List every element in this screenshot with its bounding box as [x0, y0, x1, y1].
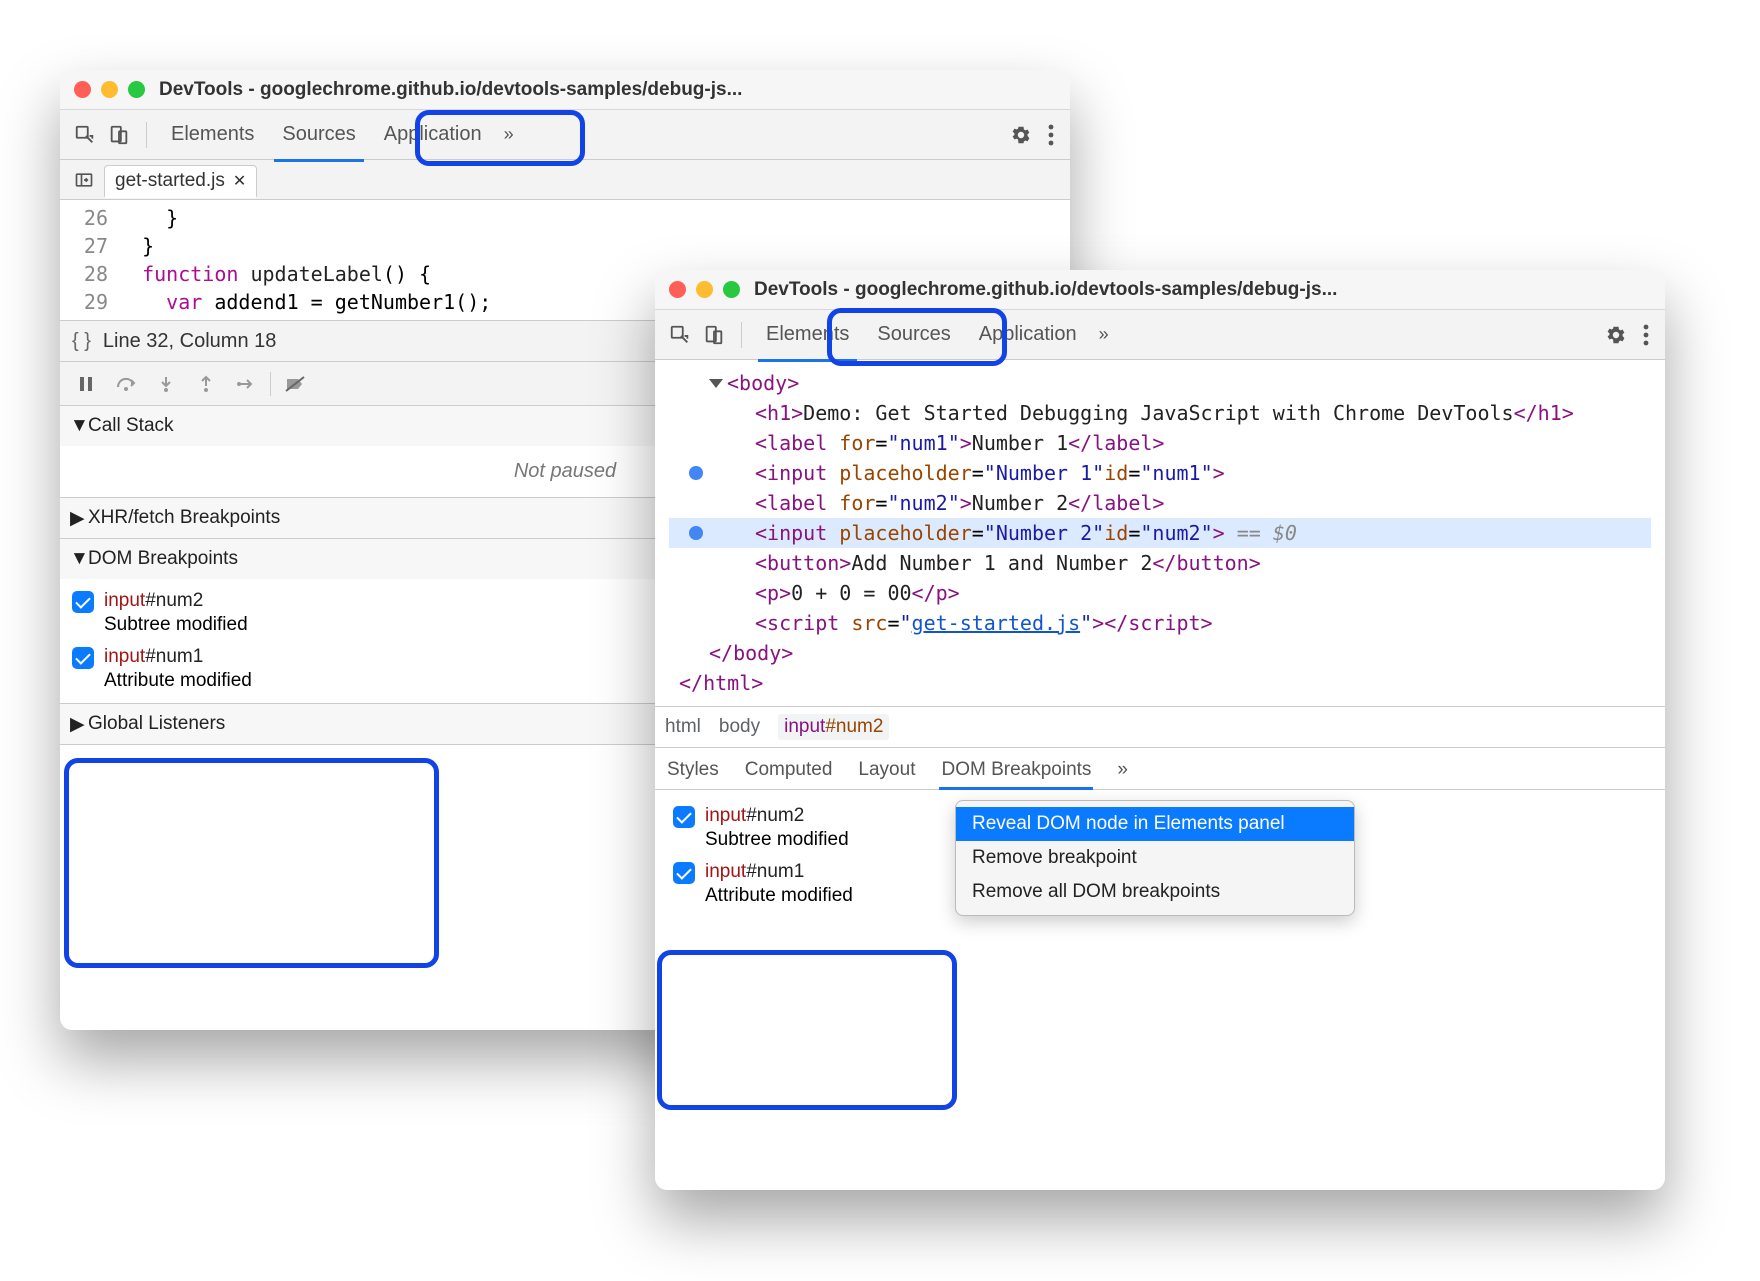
line-number: 26 — [60, 204, 118, 232]
tab-sources[interactable]: Sources — [863, 317, 964, 352]
elements-subtabs: Styles Computed Layout DOM Breakpoints » — [655, 748, 1665, 790]
checkbox-icon[interactable] — [673, 806, 695, 828]
more-tabs-icon[interactable]: » — [1091, 324, 1117, 345]
tab-application[interactable]: Application — [965, 317, 1091, 352]
dom-node-p[interactable]: <p>0 + 0 = 00</p> — [669, 578, 1651, 608]
file-tab[interactable]: get-started.js ✕ — [104, 165, 257, 198]
step-into-icon[interactable] — [146, 367, 186, 401]
kebab-menu-icon[interactable] — [1635, 324, 1657, 346]
traffic-lights — [669, 281, 740, 298]
close-window-icon[interactable] — [669, 281, 686, 298]
line-number: 29 — [60, 288, 118, 316]
window-title: DevTools - googlechrome.github.io/devtoo… — [754, 279, 1337, 301]
inspect-element-icon[interactable] — [68, 118, 102, 152]
subtab-styles[interactable]: Styles — [665, 751, 721, 789]
pause-icon[interactable] — [66, 367, 106, 401]
zoom-window-icon[interactable] — [723, 281, 740, 298]
step-over-icon[interactable] — [106, 367, 146, 401]
breakpoint-marker-icon — [689, 526, 703, 540]
checkbox-icon[interactable] — [673, 862, 695, 884]
traffic-lights — [74, 81, 145, 98]
code-line: 26 } — [60, 204, 1070, 232]
checkbox-icon[interactable] — [72, 591, 94, 613]
device-toggle-icon[interactable] — [697, 318, 731, 352]
highlight-dom-breakpoints-pane — [657, 950, 957, 1110]
expand-toggle-icon[interactable] — [709, 379, 723, 388]
file-tab-label: get-started.js — [115, 170, 225, 192]
more-tabs-icon[interactable]: » — [496, 124, 522, 145]
dom-node-html-close[interactable]: </html> — [669, 668, 1651, 698]
main-toolbar: Elements Sources Application » — [60, 110, 1070, 160]
dom-node-input[interactable]: <input placeholder="Number 1" id="num1"> — [669, 458, 1651, 488]
titlebar: DevTools - googlechrome.github.io/devtoo… — [655, 270, 1665, 310]
devtools-window-elements: DevTools - googlechrome.github.io/devtoo… — [655, 270, 1665, 1190]
settings-icon[interactable] — [1002, 124, 1040, 146]
breadcrumb-input[interactable]: input#num2 — [778, 714, 889, 740]
ctx-reveal-node[interactable]: Reveal DOM node in Elements panel — [956, 807, 1354, 841]
breadcrumb: html body input#num2 — [655, 706, 1665, 748]
navigator-toggle-icon[interactable] — [70, 170, 98, 190]
subtab-layout[interactable]: Layout — [856, 751, 917, 789]
breadcrumb-body[interactable]: body — [719, 716, 760, 738]
close-tab-icon[interactable]: ✕ — [233, 171, 246, 191]
dom-node-label[interactable]: <label for="num2">Number 2</label> — [669, 488, 1651, 518]
inspect-element-icon[interactable] — [663, 318, 697, 352]
dom-node-h1[interactable]: <h1>Demo: Get Started Debugging JavaScri… — [669, 398, 1651, 428]
dom-tree[interactable]: <body> <h1>Demo: Get Started Debugging J… — [655, 360, 1665, 706]
tab-elements[interactable]: Elements — [752, 317, 863, 352]
window-title: DevTools - googlechrome.github.io/devtoo… — [159, 79, 742, 101]
main-toolbar: Elements Sources Application » — [655, 310, 1665, 360]
line-number: 27 — [60, 232, 118, 260]
kebab-menu-icon[interactable] — [1040, 124, 1062, 146]
settings-icon[interactable] — [1597, 324, 1635, 346]
dom-node-script[interactable]: <script src="get-started.js"></script> — [669, 608, 1651, 638]
tab-sources[interactable]: Sources — [268, 117, 369, 152]
minimize-window-icon[interactable] — [696, 281, 713, 298]
dom-node-body-close[interactable]: </body> — [669, 638, 1651, 668]
step-icon[interactable] — [226, 367, 266, 401]
breadcrumb-html[interactable]: html — [665, 716, 701, 738]
cursor-position: Line 32, Column 18 — [103, 330, 276, 353]
minimize-window-icon[interactable] — [101, 81, 118, 98]
line-number: 28 — [60, 260, 118, 288]
titlebar: DevTools - googlechrome.github.io/devtoo… — [60, 70, 1070, 110]
subtab-dom-breakpoints[interactable]: DOM Breakpoints — [939, 751, 1093, 789]
dom-breakpoints-pane: input#num2Subtree modified input#num1Att… — [655, 790, 1665, 950]
separator — [741, 322, 742, 348]
separator — [270, 372, 271, 396]
tab-elements[interactable]: Elements — [157, 117, 268, 152]
subtab-computed[interactable]: Computed — [743, 751, 835, 789]
file-tab-bar: get-started.js ✕ — [60, 160, 1070, 200]
highlight-dom-breakpoints — [64, 758, 439, 968]
code-line: 27 } — [60, 232, 1070, 260]
context-menu: Reveal DOM node in Elements panel Remove… — [955, 800, 1355, 916]
breakpoint-marker-icon — [689, 466, 703, 480]
ctx-remove-breakpoint[interactable]: Remove breakpoint — [956, 841, 1354, 875]
dom-node-body[interactable]: <body> — [669, 368, 1651, 398]
device-toggle-icon[interactable] — [102, 118, 136, 152]
deactivate-breakpoints-icon[interactable] — [275, 367, 315, 401]
tab-application[interactable]: Application — [370, 117, 496, 152]
checkbox-icon[interactable] — [72, 647, 94, 669]
ctx-remove-all-breakpoints[interactable]: Remove all DOM breakpoints — [956, 875, 1354, 909]
dom-node-button[interactable]: <button>Add Number 1 and Number 2</butto… — [669, 548, 1651, 578]
zoom-window-icon[interactable] — [128, 81, 145, 98]
close-window-icon[interactable] — [74, 81, 91, 98]
more-subtabs-icon[interactable]: » — [1115, 751, 1130, 789]
dom-node-input-selected[interactable]: <input placeholder="Number 2" id="num2">… — [669, 518, 1651, 548]
pretty-print-icon[interactable]: { } — [60, 330, 103, 353]
step-out-icon[interactable] — [186, 367, 226, 401]
dom-node-label[interactable]: <label for="num1">Number 1</label> — [669, 428, 1651, 458]
separator — [146, 122, 147, 148]
